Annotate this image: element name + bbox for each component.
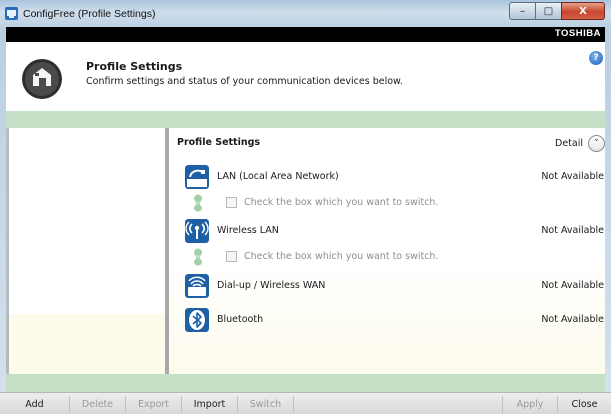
device-name: Dial-up / Wireless WAN	[217, 280, 326, 291]
bottom-green-bar	[6, 374, 605, 392]
configfree-window: ConfigFree (Profile Settings) – □ X TOSH…	[0, 0, 611, 414]
apply-button[interactable]: Apply	[502, 396, 558, 413]
brand-strip: TOSHIBA	[6, 27, 605, 42]
lan-icon	[185, 165, 209, 189]
delete-button[interactable]: Delete	[70, 396, 126, 413]
wireless-lan-icon	[185, 219, 209, 243]
brand-logo: TOSHIBA	[554, 28, 601, 39]
link-icon	[194, 194, 202, 212]
close-window-button[interactable]: X	[561, 2, 605, 20]
window-title: ConfigFree (Profile Settings)	[23, 8, 156, 20]
maximize-button[interactable]: □	[535, 2, 562, 20]
device-status-panel: Profile Settings Detail ˅ LAN (Local Are…	[169, 128, 605, 374]
device-name: Bluetooth	[217, 314, 264, 325]
page-title: Profile Settings	[86, 60, 183, 73]
minimize-button[interactable]: –	[509, 2, 536, 20]
footer-toolbar: Add Delete Export Import Switch Apply Cl…	[0, 392, 611, 414]
app-icon	[5, 7, 18, 20]
device-name: Wireless LAN	[217, 225, 279, 236]
device-row-dialup: Dial-up / Wireless WAN Not Available	[185, 274, 605, 298]
bluetooth-icon	[185, 308, 209, 332]
switch-button[interactable]: Switch	[238, 396, 294, 413]
device-row-lan: LAN (Local Area Network) Not Available	[185, 165, 605, 189]
profile-list-panel[interactable]	[6, 128, 165, 374]
left-edge	[6, 128, 9, 374]
profile-list-lower	[6, 314, 165, 374]
switch-row-1: Check the box which you want to switch.	[191, 194, 491, 212]
device-status: Not Available	[541, 314, 604, 325]
add-button[interactable]: Add	[0, 396, 70, 413]
chevron-down-icon[interactable]: ˅	[588, 135, 605, 152]
switch-checkbox-label: Check the box which you want to switch.	[244, 251, 439, 262]
device-name: LAN (Local Area Network)	[217, 171, 339, 182]
link-icon	[194, 248, 202, 266]
page-header: Profile Settings Confirm settings and st…	[6, 42, 605, 111]
switch-row-2: Check the box which you want to switch.	[191, 248, 491, 266]
profile-settings-icon	[22, 59, 62, 99]
device-status: Not Available	[541, 280, 604, 291]
dialup-icon	[185, 274, 209, 298]
switch-checkbox-label: Check the box which you want to switch.	[244, 197, 439, 208]
panel-title: Profile Settings	[177, 137, 261, 148]
import-button[interactable]: Import	[182, 396, 238, 413]
switch-checkbox[interactable]	[226, 251, 237, 262]
device-row-bluetooth: Bluetooth Not Available	[185, 308, 605, 332]
switch-checkbox[interactable]	[226, 197, 237, 208]
page-subtitle: Confirm settings and status of your comm…	[86, 76, 403, 87]
title-bar[interactable]: ConfigFree (Profile Settings) – □ X	[0, 0, 611, 27]
top-green-bar	[6, 111, 605, 128]
device-status: Not Available	[541, 171, 604, 182]
help-icon[interactable]: ?	[589, 51, 603, 65]
close-button[interactable]: Close	[558, 396, 611, 413]
export-button[interactable]: Export	[126, 396, 182, 413]
caption-buttons: – □ X	[509, 2, 605, 22]
detail-label[interactable]: Detail	[555, 138, 583, 149]
device-row-wireless-lan: Wireless LAN Not Available	[185, 219, 605, 243]
device-status: Not Available	[541, 225, 604, 236]
